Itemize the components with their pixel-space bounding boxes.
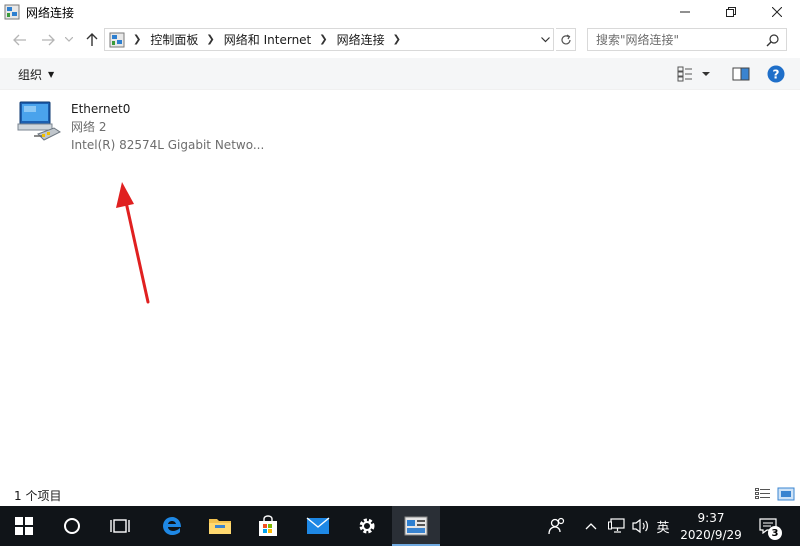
- breadcrumb-network-connections[interactable]: 网络连接: [337, 31, 385, 48]
- organize-menu-button[interactable]: 组织 ▼: [18, 66, 54, 83]
- store-button[interactable]: [244, 506, 292, 546]
- taskbar: 英 9:37 2020/9/29: [0, 506, 800, 546]
- title-bar: 网络连接: [0, 0, 800, 24]
- recent-locations-button[interactable]: [62, 30, 76, 50]
- chevron-up-icon: [585, 523, 597, 530]
- large-icons-view-button[interactable]: [777, 487, 795, 501]
- help-button[interactable]: ?: [767, 65, 785, 83]
- gear-icon: [359, 518, 375, 534]
- view-options-dropdown[interactable]: [701, 65, 715, 83]
- organize-label: 组织: [18, 68, 43, 82]
- item-count: 1 个项目: [14, 489, 62, 503]
- connection-name: Ethernet0: [71, 102, 131, 116]
- clock[interactable]: 9:37 2020/9/29: [672, 510, 750, 544]
- restore-button[interactable]: [708, 0, 754, 24]
- back-button[interactable]: [10, 30, 30, 50]
- mail-button[interactable]: [294, 506, 342, 546]
- large-icons-view-icon: [777, 487, 795, 501]
- network-tray-button[interactable]: [606, 506, 628, 546]
- device-name: Intel(R) 82574L Gigabit Netwo...: [71, 138, 265, 152]
- chevron-down-icon: [540, 36, 550, 42]
- minimize-button[interactable]: [662, 0, 708, 24]
- forward-arrow-icon: [42, 34, 55, 46]
- network-connections-taskbar-button[interactable]: [392, 506, 440, 546]
- address-bar[interactable]: ❯ 控制面板 ❯ 网络和 Internet ❯ 网络连接 ❯: [104, 28, 554, 51]
- speaker-icon: [632, 518, 648, 534]
- clock-time: 9:37: [697, 511, 725, 525]
- caret-down-icon: [702, 72, 710, 76]
- windows-logo-icon: [15, 517, 33, 535]
- list-item[interactable]: Ethernet0 网络 2 Intel(R) 82574L Gigabit N…: [14, 98, 274, 154]
- file-explorer-button[interactable]: [196, 506, 244, 546]
- preview-pane-icon: [732, 67, 750, 81]
- help-icon: ?: [767, 65, 785, 83]
- close-icon: [772, 7, 782, 17]
- close-button[interactable]: [754, 0, 800, 24]
- refresh-icon: [560, 33, 571, 44]
- caret-down-icon: ▼: [48, 70, 55, 79]
- breadcrumb-network-internet[interactable]: 网络和 Internet: [224, 31, 311, 48]
- forward-button[interactable]: [38, 30, 58, 50]
- details-view-button[interactable]: [755, 487, 771, 501]
- network-adapter-icon: [14, 98, 62, 146]
- control-panel-window-icon: [404, 516, 428, 536]
- settings-button[interactable]: [343, 506, 391, 546]
- store-bag-icon: [259, 515, 277, 536]
- mail-icon: [306, 517, 330, 534]
- people-icon: [548, 517, 565, 535]
- network-monitor-icon: [608, 518, 625, 533]
- window-title: 网络连接: [26, 5, 75, 20]
- window-controls: [662, 0, 800, 24]
- restore-icon: [726, 7, 736, 17]
- search-icon[interactable]: [766, 33, 780, 47]
- breadcrumb-separator-icon[interactable]: ❯: [133, 34, 141, 45]
- list-item-text: Ethernet0 网络 2 Intel(R) 82574L Gigabit N…: [71, 100, 264, 154]
- refresh-button[interactable]: [556, 28, 576, 51]
- svg-text:?: ?: [773, 68, 780, 82]
- show-hidden-icons-button[interactable]: [582, 506, 600, 546]
- details-view-icon: [677, 66, 692, 82]
- input-method-indicator[interactable]: 英: [654, 506, 672, 546]
- up-arrow-icon: [86, 33, 98, 46]
- command-bar: 组织 ▼ ?: [0, 58, 800, 90]
- breadcrumb-control-panel[interactable]: 控制面板: [150, 31, 198, 48]
- breadcrumb-separator-icon[interactable]: ❯: [393, 34, 401, 45]
- edge-browser-button[interactable]: [148, 506, 196, 546]
- address-history-button[interactable]: [537, 29, 553, 50]
- edge-icon: [163, 517, 181, 535]
- task-view-icon: [110, 519, 130, 533]
- start-button[interactable]: [0, 506, 48, 546]
- clock-date: 2020/9/29: [680, 528, 742, 542]
- preview-pane-button[interactable]: [732, 65, 750, 83]
- breadcrumb-separator-icon[interactable]: ❯: [319, 34, 327, 45]
- control-panel-icon: [109, 32, 125, 48]
- search-input[interactable]: [596, 32, 766, 47]
- change-view-button[interactable]: [676, 65, 694, 83]
- network-name: 网络 2: [71, 120, 107, 134]
- status-bar: 1 个项目: [0, 484, 800, 506]
- people-button[interactable]: [546, 506, 568, 546]
- minimize-icon: [680, 11, 690, 13]
- annotation-arrow: [116, 182, 150, 304]
- chevron-down-icon: [65, 37, 73, 42]
- details-view-icon: [755, 488, 770, 499]
- breadcrumb-separator-icon[interactable]: ❯: [206, 34, 214, 45]
- network-connections-icon: [4, 4, 20, 20]
- back-arrow-icon: [13, 34, 26, 46]
- task-view-button[interactable]: [96, 506, 144, 546]
- cortana-circle-icon: [64, 518, 80, 534]
- navigation-bar: ❯ 控制面板 ❯ 网络和 Internet ❯ 网络连接 ❯: [0, 26, 800, 54]
- volume-button[interactable]: [631, 506, 651, 546]
- folder-icon: [209, 519, 231, 534]
- search-box[interactable]: [587, 28, 787, 51]
- up-button[interactable]: [82, 30, 102, 50]
- search-button[interactable]: [48, 506, 96, 546]
- notification-count-badge: 3: [768, 526, 782, 540]
